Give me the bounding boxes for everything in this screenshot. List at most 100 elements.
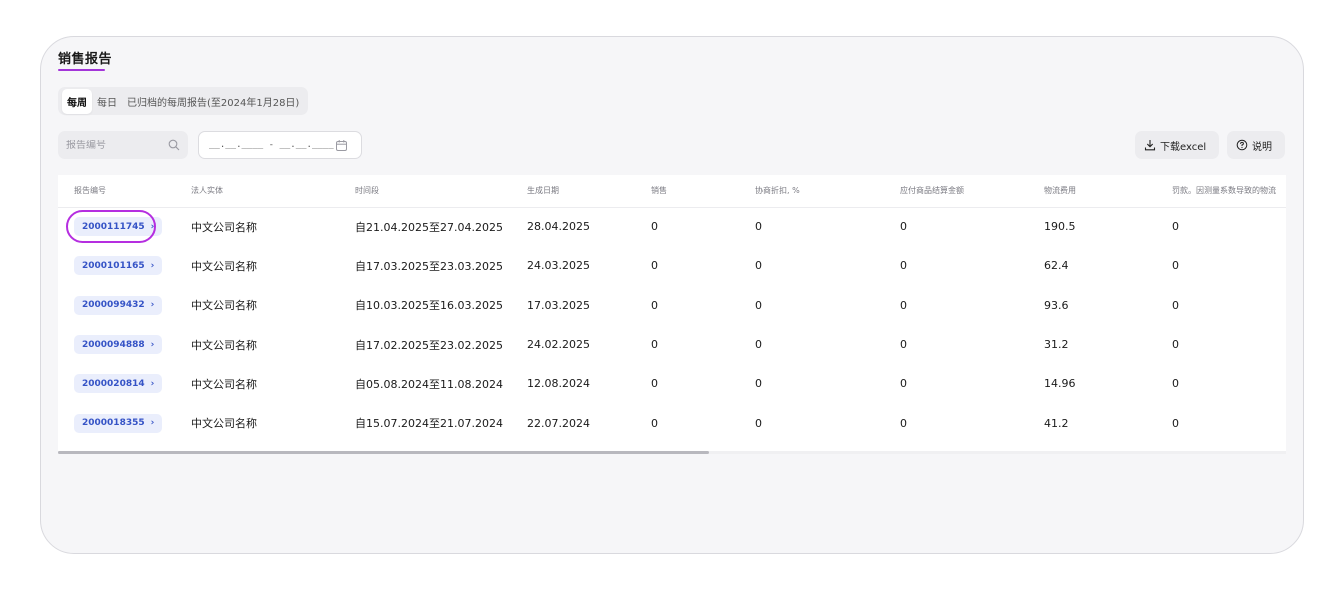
created-date-cell: 22.07.2024 [527, 416, 590, 430]
table-row[interactable]: 2000018355 › 中文公司名称 自15.07.2024至21.07.2024 2… [58, 403, 1286, 442]
created-date-cell: 24.02.2025 [527, 338, 590, 352]
report-panel: 销售报告 每周 每日 已归档的每周报告(至2024年1月28日) 下载excel… [40, 36, 1304, 554]
legal-entity-cell: 中文公司名称 [191, 417, 257, 431]
report-link-wrapper: 2000111745 › [66, 210, 163, 244]
download-excel-label: 下载excel [1160, 141, 1207, 153]
period-cell: 自15.07.2024至21.07.2024 [355, 417, 503, 431]
payable-amount-cell: 0 [900, 377, 907, 391]
created-date-cell: 17.03.2025 [527, 298, 590, 312]
report-number-text: 2000020814 [82, 378, 145, 389]
discount-cell: 0 [755, 220, 762, 234]
chevron-right-icon: › [150, 260, 155, 271]
tab-archived-weekly[interactable]: 已归档的每周报告(至2024年1月28日) [122, 89, 304, 114]
download-excel-button[interactable]: 下载excel [1135, 131, 1219, 159]
payable-amount-cell: 0 [900, 259, 907, 273]
date-range-picker [198, 131, 362, 159]
discount-cell: 0 [755, 298, 762, 312]
report-link-wrapper: 2000018355 › [74, 413, 163, 433]
report-tabs: 每周 每日 已归档的每周报告(至2024年1月28日) [58, 87, 309, 115]
help-label: 说明 [1252, 141, 1272, 153]
fines-cell: 0 [1172, 416, 1179, 430]
report-number-cell: 2000094888 › [58, 325, 191, 364]
sales-cell: 0 [651, 259, 658, 273]
report-link-wrapper: 2000099432 › [74, 295, 163, 315]
page-title: 销售报告 [58, 52, 113, 67]
period-cell: 自21.04.2025至27.04.2025 [355, 220, 503, 234]
column-header: 时间段 [355, 175, 527, 208]
chevron-right-icon: › [150, 378, 155, 389]
logistics-fee-cell: 62.4 [1044, 259, 1069, 273]
column-header: 物流费用 [1044, 175, 1172, 208]
chevron-right-icon: › [150, 339, 155, 350]
payable-amount-cell: 0 [900, 416, 907, 430]
column-header: 报告编号 [58, 175, 191, 208]
report-number-text: 2000101165 [82, 260, 145, 271]
column-header: 罚款。因测量系数导致的物流 [1172, 175, 1286, 208]
report-link-wrapper: 2000094888 › [74, 335, 163, 355]
table-row[interactable]: 2000094888 › 中文公司名称 自17.02.2025至23.02.2025 2… [58, 325, 1286, 364]
legal-entity-cell: 中文公司名称 [191, 220, 257, 234]
title-underline [58, 69, 105, 71]
reports-table-card: 报告编号 法人实体 时间段 生成日期 销售 协商折扣, % 应付商品结算金额 物… [58, 175, 1286, 454]
report-number-text: 2000111745 [82, 221, 145, 232]
created-date-cell: 24.03.2025 [527, 259, 590, 273]
scrollbar-thumb[interactable] [58, 451, 709, 454]
payable-amount-cell: 0 [900, 338, 907, 352]
column-header: 应付商品结算金额 [900, 175, 1044, 208]
period-cell: 自10.03.2025至16.03.2025 [355, 299, 503, 313]
discount-cell: 0 [755, 377, 762, 391]
help-circle-icon [1236, 139, 1248, 151]
report-number-link[interactable]: 2000111745 › [74, 217, 163, 237]
download-icon [1144, 139, 1156, 151]
period-cell: 自17.03.2025至23.03.2025 [355, 259, 503, 273]
discount-cell: 0 [755, 416, 762, 430]
search-input[interactable] [66, 139, 168, 151]
report-link-wrapper: 2000101165 › [74, 256, 163, 276]
help-button[interactable]: 说明 [1227, 131, 1285, 159]
tab-weekly[interactable]: 每周 [62, 88, 92, 114]
discount-cell: 0 [755, 259, 762, 273]
table-row[interactable]: 2000020814 › 中文公司名称 自05.08.2024至11.08.2024 1… [58, 364, 1286, 403]
search-icon[interactable] [168, 139, 180, 151]
fines-cell: 0 [1172, 259, 1179, 273]
report-number-link[interactable]: 2000020814 › [74, 374, 163, 394]
created-date-cell: 28.04.2025 [527, 220, 590, 234]
report-number-link[interactable]: 2000099432 › [74, 295, 163, 315]
report-number-link[interactable]: 2000018355 › [74, 413, 163, 433]
chevron-right-icon: › [150, 221, 155, 232]
table-row[interactable]: 2000111745 › 中文公司名称 自21.04.2025至27.04.2025 2… [58, 207, 1286, 246]
discount-cell: 0 [755, 338, 762, 352]
fines-cell: 0 [1172, 338, 1179, 352]
date-range-input[interactable] [209, 140, 335, 150]
chevron-right-icon: › [150, 300, 155, 311]
report-number-link[interactable]: 2000101165 › [74, 256, 163, 276]
report-number-cell: 2000101165 › [58, 246, 191, 285]
column-header: 法人实体 [191, 175, 355, 208]
sales-cell: 0 [651, 416, 658, 430]
report-number-text: 2000018355 [82, 418, 145, 429]
report-number-cell: 2000020814 › [58, 364, 191, 403]
logistics-fee-cell: 14.96 [1044, 377, 1076, 391]
sales-cell: 0 [651, 338, 658, 352]
logistics-fee-cell: 93.6 [1044, 298, 1069, 312]
table-row[interactable]: 2000101165 › 中文公司名称 自17.03.2025至23.03.2025 2… [58, 246, 1286, 285]
report-number-text: 2000099432 [82, 300, 145, 311]
tab-daily[interactable]: 每日 [92, 89, 122, 114]
payable-amount-cell: 0 [900, 298, 907, 312]
fines-cell: 0 [1172, 220, 1179, 234]
legal-entity-cell: 中文公司名称 [191, 299, 257, 313]
column-header: 销售 [651, 175, 755, 208]
table-row[interactable]: 2000099432 › 中文公司名称 自10.03.2025至16.03.2025 1… [58, 286, 1286, 325]
logistics-fee-cell: 41.2 [1044, 416, 1069, 430]
horizontal-scrollbar[interactable] [58, 451, 1286, 454]
legal-entity-cell: 中文公司名称 [191, 338, 257, 352]
period-cell: 自05.08.2024至11.08.2024 [355, 377, 503, 391]
logistics-fee-cell: 31.2 [1044, 338, 1069, 352]
legal-entity-cell: 中文公司名称 [191, 259, 257, 273]
calendar-icon[interactable] [335, 139, 348, 152]
reports-table: 报告编号 法人实体 时间段 生成日期 销售 协商折扣, % 应付商品结算金额 物… [58, 175, 1286, 443]
payable-amount-cell: 0 [900, 220, 907, 234]
report-number-cell: 2000111745 › [58, 207, 191, 246]
report-number-cell: 2000099432 › [58, 286, 191, 325]
report-number-link[interactable]: 2000094888 › [74, 335, 163, 355]
